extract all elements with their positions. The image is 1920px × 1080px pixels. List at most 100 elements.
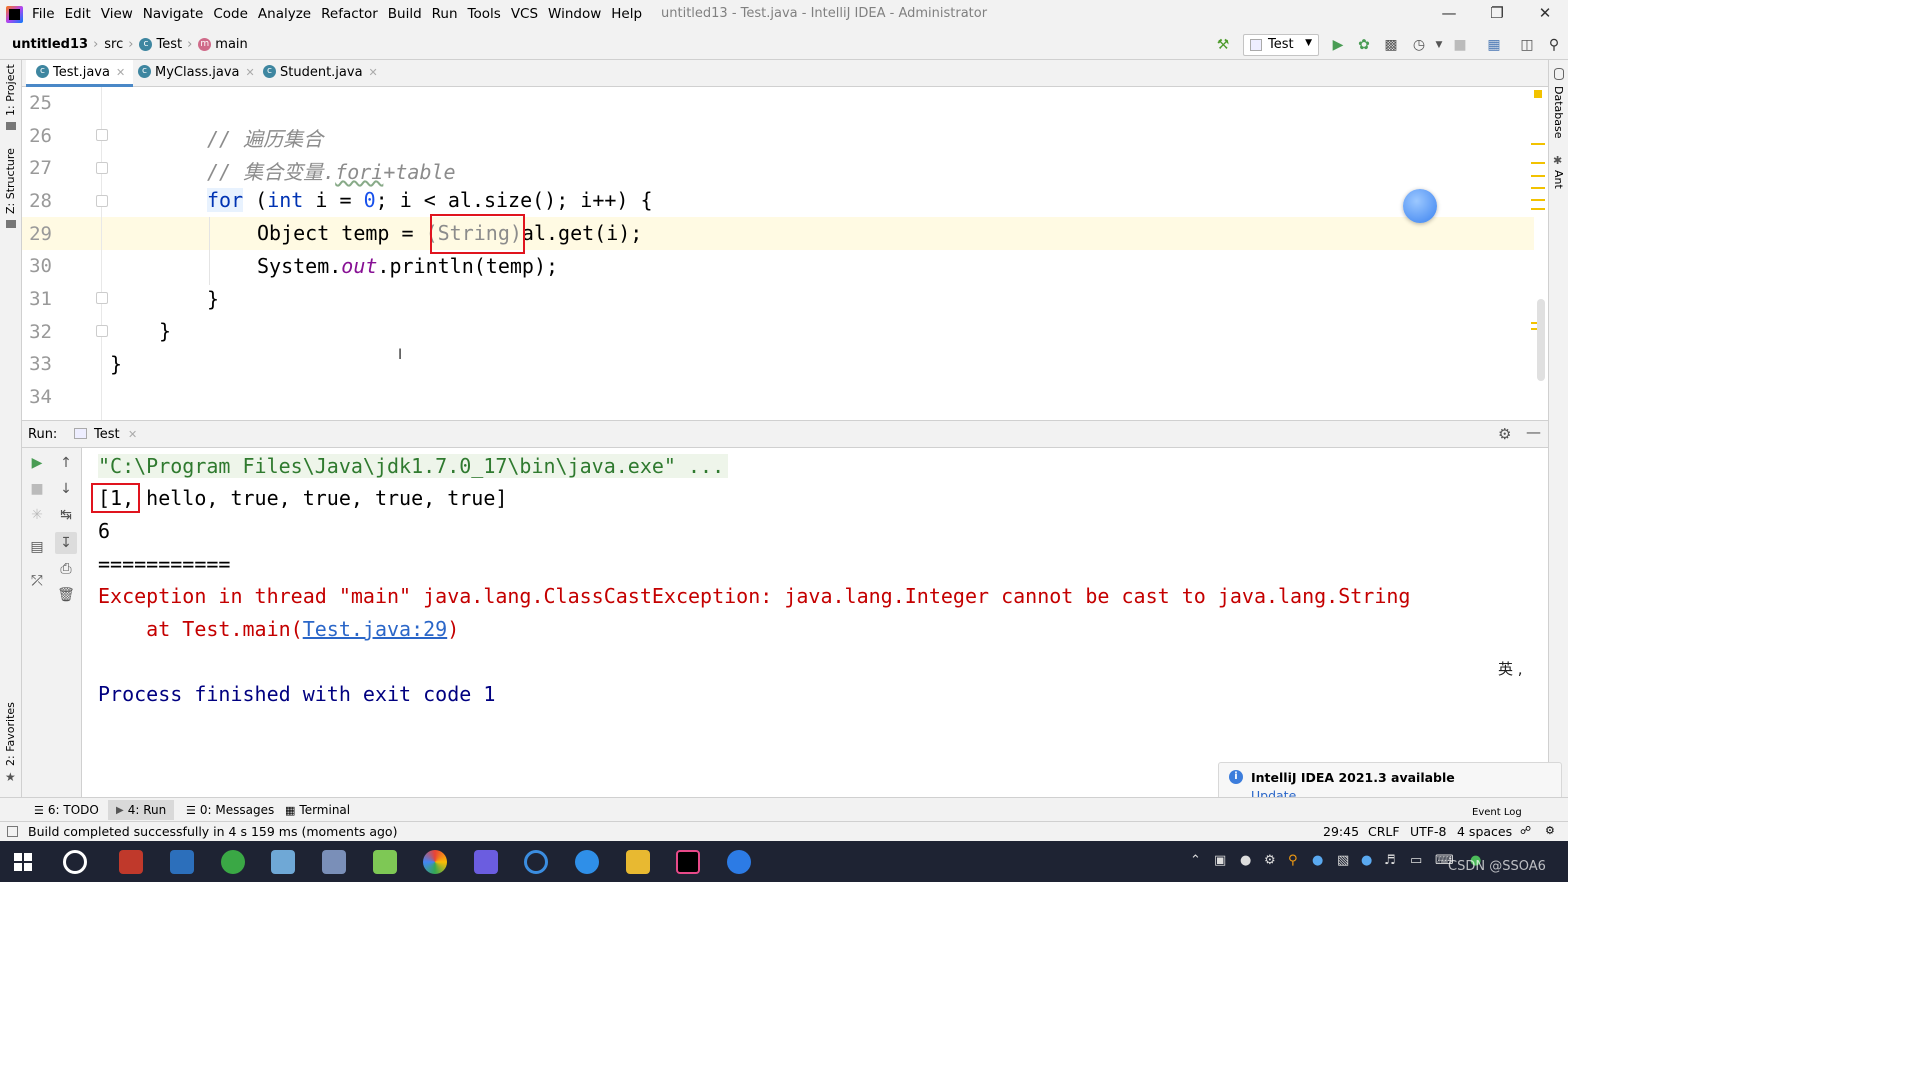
error-stripe-mark[interactable] bbox=[1531, 187, 1545, 189]
ime-indicator[interactable]: 英 , bbox=[1498, 658, 1523, 679]
menu-view[interactable]: View bbox=[101, 6, 133, 22]
arrow-down-icon[interactable]: ↓ bbox=[57, 480, 75, 498]
run-icon[interactable]: ▶ bbox=[1329, 36, 1347, 54]
gear-icon[interactable]: ⚙ bbox=[1498, 425, 1511, 443]
menu-analyze[interactable]: Analyze bbox=[258, 6, 311, 22]
app-spreadsheet-icon[interactable] bbox=[373, 850, 397, 874]
line-separator[interactable]: CRLF bbox=[1368, 824, 1400, 839]
fold-marker-icon[interactable] bbox=[96, 325, 108, 337]
tray-settings-icon[interactable]: ⚙ bbox=[1264, 853, 1276, 868]
restore-icon[interactable]: ❐ bbox=[1482, 4, 1512, 22]
tab-student-java[interactable]: c Student.java ✕ bbox=[253, 60, 386, 87]
menu-build[interactable]: Build bbox=[388, 6, 422, 22]
menu-code[interactable]: Code bbox=[213, 6, 248, 22]
debug-icon[interactable]: ✿ bbox=[1355, 36, 1373, 54]
project-tool-tab[interactable]: 1: Project bbox=[4, 64, 17, 116]
project-structure-icon[interactable]: ▦ bbox=[1485, 36, 1503, 54]
arrow-up-icon[interactable]: ↑ bbox=[57, 454, 75, 472]
close-tab-icon[interactable]: ✕ bbox=[369, 66, 378, 79]
file-explorer-icon[interactable] bbox=[626, 850, 650, 874]
tab-terminal[interactable]: ▦ Terminal bbox=[285, 803, 350, 817]
menu-refactor[interactable]: Refactor bbox=[321, 6, 378, 22]
menu-navigate[interactable]: Navigate bbox=[143, 6, 204, 22]
indent-setting[interactable]: 4 spaces bbox=[1457, 824, 1512, 839]
tray-k-icon[interactable]: ● bbox=[1361, 853, 1372, 868]
tab-run[interactable]: ▶ 4: Run bbox=[108, 800, 175, 820]
restore-layout-icon[interactable]: ✳ bbox=[28, 506, 46, 524]
close-tab-icon[interactable]: ✕ bbox=[116, 66, 125, 79]
intellij-taskbar-icon[interactable] bbox=[676, 850, 700, 874]
build-hammer-icon[interactable]: ⚒ bbox=[1214, 36, 1232, 54]
inspector-icon[interactable]: ⚙ bbox=[1545, 824, 1555, 837]
tray-search-icon[interactable]: ⚲ bbox=[1288, 853, 1298, 868]
layout-icon[interactable]: ◫ bbox=[1518, 36, 1536, 54]
profile-icon[interactable]: ◷ bbox=[1410, 36, 1428, 54]
tray-feishu-icon[interactable]: ● bbox=[1312, 853, 1323, 868]
intellij-logo-icon[interactable] bbox=[6, 6, 23, 23]
app-green-browser-icon[interactable] bbox=[221, 850, 245, 874]
volume-icon[interactable]: ♬ bbox=[1384, 853, 1396, 868]
fold-marker-icon[interactable] bbox=[96, 162, 108, 174]
breadcrumb-method[interactable]: main bbox=[215, 37, 247, 52]
tray-app-icon[interactable]: ▣ bbox=[1214, 853, 1226, 868]
structure-tool-tab[interactable]: Z: Structure bbox=[4, 148, 17, 214]
error-stripe-mark[interactable] bbox=[1531, 199, 1545, 201]
run-tab-label[interactable]: Test bbox=[94, 427, 120, 442]
layout-icon[interactable]: ▤ bbox=[28, 538, 46, 556]
tray-chevron-icon[interactable]: ⌃ bbox=[1190, 853, 1201, 868]
error-stripe-mark[interactable] bbox=[1531, 162, 1545, 164]
print-icon[interactable]: ⎙ bbox=[57, 560, 75, 578]
warning-marker-icon[interactable] bbox=[1534, 90, 1542, 98]
trash-icon[interactable]: 🗑 bbox=[57, 586, 75, 604]
close-icon[interactable]: ✕ bbox=[1530, 4, 1560, 22]
scroll-to-end-icon[interactable]: ↧ bbox=[55, 532, 77, 554]
breadcrumb-src[interactable]: src bbox=[104, 37, 123, 52]
run-config-dropdown[interactable]: Test ▼ bbox=[1243, 34, 1319, 56]
editor-scrollbar[interactable] bbox=[1537, 299, 1545, 381]
code-editor[interactable]: 25 26 27 28 29 30 31 32 33 34 // 遍历集合 //… bbox=[22, 87, 1548, 420]
app-purple-icon[interactable] bbox=[474, 850, 498, 874]
database-tool-tab[interactable]: Database bbox=[1552, 86, 1565, 139]
menu-window[interactable]: Window bbox=[548, 6, 601, 22]
error-stripe-mark[interactable] bbox=[1531, 175, 1545, 177]
hide-panel-icon[interactable]: — bbox=[1526, 423, 1541, 441]
menu-file[interactable]: File bbox=[32, 6, 55, 22]
soft-wrap-icon[interactable]: ↹ bbox=[57, 506, 75, 524]
menu-tools[interactable]: Tools bbox=[468, 6, 501, 22]
app-notes-icon[interactable] bbox=[271, 850, 295, 874]
breadcrumb-class[interactable]: Test bbox=[156, 37, 182, 52]
file-encoding[interactable]: UTF-8 bbox=[1410, 824, 1446, 839]
source-link[interactable]: Test.java:29 bbox=[303, 617, 448, 641]
error-stripe-mark[interactable] bbox=[1531, 143, 1545, 145]
tray-bluetooth-icon[interactable]: ▧ bbox=[1337, 853, 1349, 868]
app-blue-window-icon[interactable] bbox=[170, 850, 194, 874]
tab-test-java[interactable]: c Test.java ✕ bbox=[26, 60, 134, 87]
floating-assistant-icon[interactable] bbox=[1403, 189, 1437, 223]
menu-edit[interactable]: Edit bbox=[65, 6, 91, 22]
app-feishu-icon[interactable] bbox=[575, 850, 599, 874]
close-tab-icon[interactable]: ✕ bbox=[128, 428, 137, 441]
lock-icon[interactable]: ☍ bbox=[1520, 824, 1531, 837]
breadcrumb-project[interactable]: untitled13 bbox=[12, 37, 88, 52]
tab-myclass-java[interactable]: c MyClass.java ✕ bbox=[128, 60, 263, 87]
menu-run[interactable]: Run bbox=[432, 6, 458, 22]
windows-start-icon[interactable] bbox=[14, 853, 32, 871]
coverage-icon[interactable]: ▩ bbox=[1382, 36, 1400, 54]
fold-marker-icon[interactable] bbox=[96, 129, 108, 141]
chevron-down-icon[interactable]: ▼ bbox=[1430, 36, 1448, 54]
tray-mic-icon[interactable]: ● bbox=[1240, 853, 1251, 868]
favorites-tool-tab[interactable]: 2: Favorites bbox=[4, 702, 17, 766]
app-k-icon[interactable] bbox=[727, 850, 751, 874]
tab-event-log[interactable]: Event Log bbox=[1472, 806, 1522, 818]
tab-messages[interactable]: ☰ 0: Messages bbox=[186, 803, 274, 817]
chrome-icon[interactable] bbox=[423, 850, 447, 874]
pin-icon[interactable]: ⤱ bbox=[28, 572, 46, 590]
fold-marker-icon[interactable] bbox=[96, 292, 108, 304]
error-stripe-mark[interactable] bbox=[1531, 208, 1545, 210]
network-icon[interactable]: ▭ bbox=[1410, 853, 1422, 868]
stop-icon[interactable]: ■ bbox=[1451, 36, 1469, 54]
ant-tool-tab[interactable]: Ant bbox=[1552, 170, 1565, 189]
app-red-icon[interactable] bbox=[119, 850, 143, 874]
menu-vcs[interactable]: VCS bbox=[511, 6, 538, 22]
app-photo-icon[interactable] bbox=[322, 850, 346, 874]
